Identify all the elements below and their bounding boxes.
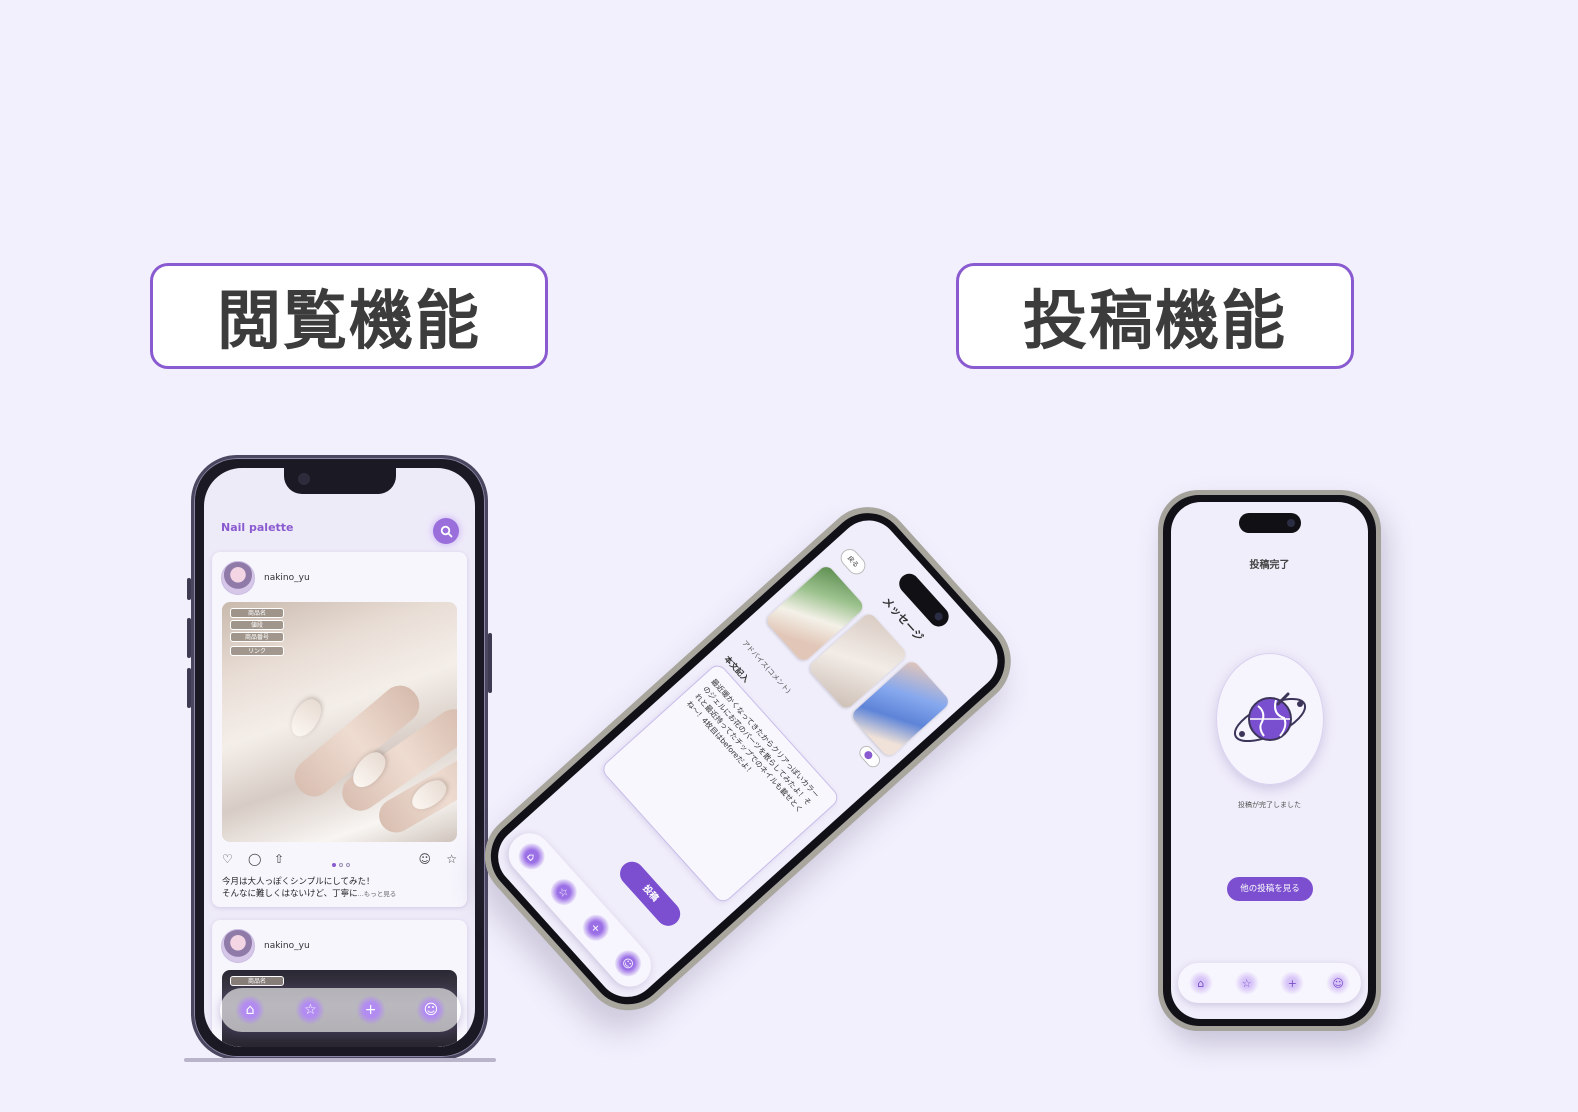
home-icon[interactable]: ⌂	[235, 995, 266, 1025]
advice-label: アドバイス(コメント)	[740, 638, 792, 696]
user-icon[interactable]: ☺	[1326, 971, 1351, 995]
plus-icon[interactable]: +	[355, 995, 386, 1025]
star-icon[interactable]: ☆	[446, 852, 457, 866]
browse-phone: Nail palette nakino_yu 商品名 値段 商品番号 リンク ♡	[187, 455, 492, 1060]
complete-message: 投稿が完了しました	[1238, 801, 1301, 809]
browse-screen: Nail palette nakino_yu 商品名 値段 商品番号 リンク ♡	[204, 468, 475, 1047]
browse-feature-label: 閲覧機能	[150, 263, 548, 369]
see-other-posts-button[interactable]: 他の投稿を見る	[1227, 877, 1313, 901]
phone-side-button	[187, 668, 191, 708]
post-image[interactable]: 商品名 値段 商品番号 リンク	[222, 602, 457, 842]
username[interactable]: nakino_yu	[264, 941, 310, 951]
dynamic-island	[1238, 513, 1301, 533]
avatar[interactable]	[221, 929, 255, 963]
nail	[285, 694, 327, 742]
heart-icon[interactable]: ♡	[222, 852, 233, 866]
camera	[933, 610, 945, 623]
globe-graphic	[1216, 653, 1324, 785]
camera	[297, 473, 310, 485]
post-screen: 戻る メッセージ アドバイス(コメント) 本文記入 最近暖かくなってきたからクリ…	[485, 508, 1010, 1010]
caption-line-2: そんなに難しくはないけど、丁寧に	[222, 889, 358, 899]
post-feature-text: 投稿機能	[1023, 285, 1287, 359]
screen-title: 投稿完了	[1249, 560, 1290, 571]
username[interactable]: nakino_yu	[264, 573, 310, 583]
phone-side-button	[187, 578, 191, 600]
tag-product-name[interactable]: 商品名	[230, 608, 284, 618]
carousel-dots	[332, 856, 353, 870]
plus-icon[interactable]: +	[1280, 971, 1305, 995]
star-icon[interactable]: ☆	[295, 995, 326, 1025]
tag-product-name[interactable]: 商品名	[230, 976, 284, 986]
caption-line: そんなに難しくはないけど、丁寧に...もっと見る	[222, 888, 457, 900]
tag-product-number[interactable]: 商品番号	[230, 632, 284, 642]
user-icon[interactable]: ☺	[418, 852, 431, 866]
tag-link[interactable]: リンク	[230, 646, 284, 656]
notch	[283, 468, 396, 494]
home-icon[interactable]: ⌂	[513, 838, 551, 875]
avatar[interactable]	[221, 561, 255, 595]
complete-phone: 投稿完了 投稿が完了しました 他の投稿を見る ⌂ ☆ + ☺	[1158, 490, 1381, 1031]
phone-side-button	[187, 618, 191, 658]
user-icon[interactable]: ☺	[415, 995, 446, 1025]
post-caption: 今月は大人っぽくシンプルにしてみた！ そんなに難しくはないけど、丁寧に...もっ…	[222, 876, 457, 900]
camera	[1286, 519, 1295, 527]
post-actions: ♡ ◯ ⇧ ☺ ☆	[222, 852, 457, 867]
shadow-line	[184, 1058, 496, 1062]
phone-side-button	[488, 633, 492, 693]
user-icon[interactable]: ☺	[609, 945, 647, 982]
complete-screen: 投稿完了 投稿が完了しました 他の投稿を見る ⌂ ☆ + ☺	[1171, 502, 1368, 1019]
caption-line: 今月は大人っぽくシンプルにしてみた！	[222, 877, 375, 887]
app-title: Nail palette	[221, 521, 294, 534]
globe-icon	[1233, 692, 1307, 743]
post-card: nakino_yu 商品名 値段 商品番号 リンク ♡ ◯ ⇧ ☺ ☆ 今月は大…	[212, 552, 467, 907]
star-icon[interactable]: ☆	[1234, 971, 1259, 995]
post-phone: 戻る メッセージ アドバイス(コメント) 本文記入 最近暖かくなってきたからクリ…	[466, 489, 1029, 1029]
post-button[interactable]: 投稿	[615, 856, 686, 931]
star-icon[interactable]: ☆	[545, 873, 583, 911]
tab-bar: ⌂ ☆ + ☺	[1178, 963, 1361, 1003]
browse-feature-text: 閲覧機能	[217, 285, 481, 359]
home-icon[interactable]: ⌂	[1188, 971, 1213, 995]
search-button[interactable]	[433, 518, 459, 544]
search-icon	[440, 525, 452, 537]
tab-bar: ⌂ ☆ + ☺	[220, 988, 461, 1032]
share-icon[interactable]: ⇧	[274, 852, 284, 866]
more-link[interactable]: ...もっと見る	[358, 890, 397, 898]
tag-price[interactable]: 値段	[230, 620, 284, 630]
comment-icon[interactable]: ◯	[248, 852, 261, 866]
plus-icon[interactable]: +	[577, 909, 615, 947]
post-feature-label: 投稿機能	[956, 263, 1354, 369]
